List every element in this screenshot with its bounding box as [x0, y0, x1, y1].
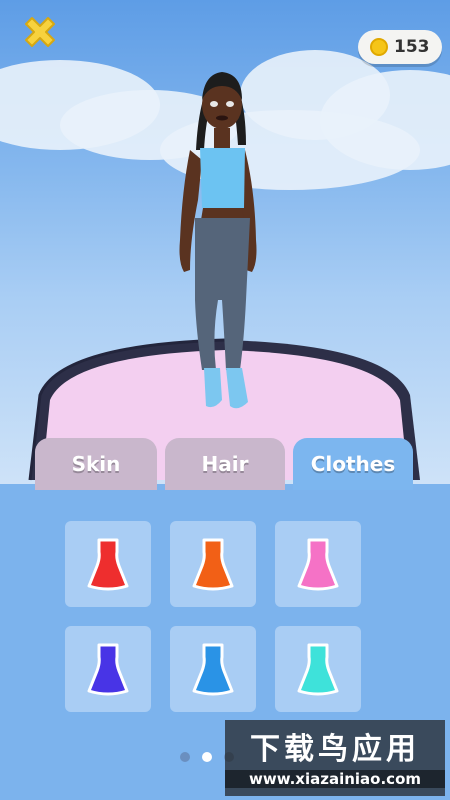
cyan-dress-icon: [297, 643, 339, 696]
pink-dress-icon: [297, 538, 339, 591]
tab-skin[interactable]: Skin: [35, 438, 157, 490]
coin-icon: [370, 38, 388, 56]
coin-counter: 153: [358, 30, 442, 64]
purple-dress-icon: [87, 643, 129, 696]
tab-clothes-label: Clothes: [310, 452, 396, 476]
clothes-slot-purple[interactable]: [65, 626, 151, 712]
clothes-slot-cyan[interactable]: [275, 626, 361, 712]
coin-count: 153: [394, 37, 430, 57]
category-tabs: Skin Hair Clothes: [0, 438, 450, 490]
blue-dress-icon: [192, 643, 234, 696]
clothes-slot-red[interactable]: [65, 521, 151, 607]
tab-skin-label: Skin: [71, 452, 121, 476]
clothes-slot-orange[interactable]: [170, 521, 256, 607]
watermark-url: www.xiazainiao.com: [225, 770, 445, 788]
character-avatar: [179, 72, 257, 409]
tab-clothes[interactable]: Clothes: [293, 438, 413, 490]
tab-hair-label: Hair: [201, 452, 249, 476]
tab-hair[interactable]: Hair: [165, 438, 285, 490]
watermark-overlay: 下载鸟应用 www.xiazainiao.com: [225, 720, 445, 796]
page-dot[interactable]: [180, 752, 190, 762]
page-dot-active[interactable]: [202, 752, 212, 762]
orange-dress-icon: [192, 538, 234, 591]
close-x-icon[interactable]: [18, 14, 62, 58]
watermark-title: 下载鸟应用: [250, 732, 420, 767]
red-dress-icon: [87, 538, 129, 591]
clothes-slot-pink[interactable]: [275, 521, 361, 607]
character-preview-scene: 153: [0, 0, 450, 490]
clothes-slot-blue[interactable]: [170, 626, 256, 712]
